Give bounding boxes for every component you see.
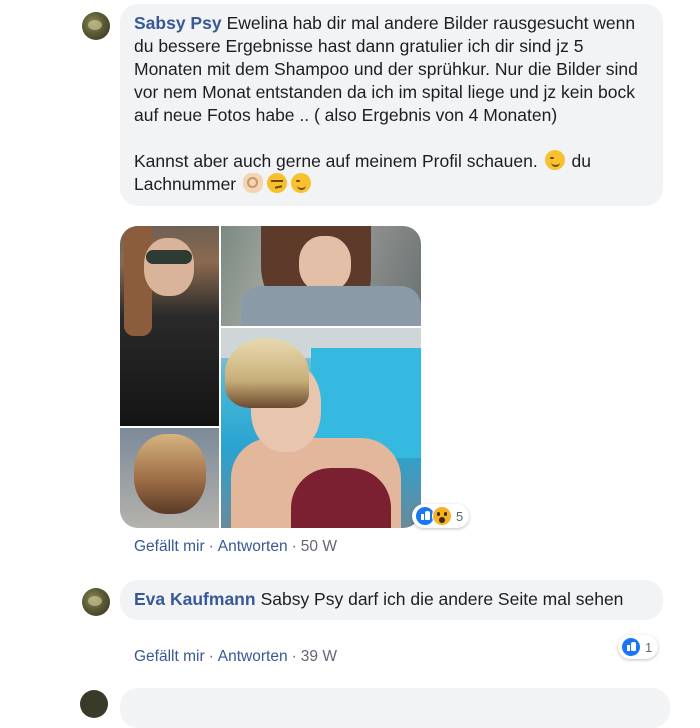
ok-hand-emoji-icon <box>243 173 264 193</box>
comment-author-eva-kaufmann[interactable]: Eva Kaufmann <box>134 589 256 609</box>
comment-actions-1: Gefällt mir · Antworten · 50 W <box>134 538 337 556</box>
separator-dot: · <box>208 538 214 555</box>
photo-hair-back[interactable] <box>120 428 219 528</box>
comment-text-eva: Eva Kaufmann Sabsy Psy darf ich die ander… <box>134 588 648 611</box>
photo-selfie-sunglasses[interactable] <box>120 226 219 426</box>
comment-timestamp[interactable]: 39 W <box>301 648 337 665</box>
separator-dot: · <box>208 648 214 665</box>
reply-link[interactable]: Antworten <box>218 538 288 555</box>
wow-icon <box>432 506 452 526</box>
like-link[interactable]: Gefällt mir <box>134 648 205 665</box>
avatar-next-comment[interactable] <box>80 690 108 718</box>
comment-bubble-sabsy-psy: Sabsy Psy Ewelina hab dir mal andere Bild… <box>120 4 663 206</box>
reaction-count: 5 <box>456 508 464 524</box>
comment-bubble-eva-kaufmann: Eva Kaufmann Sabsy Psy darf ich die ander… <box>120 580 663 620</box>
reaction-summary-2[interactable]: 1 <box>618 635 659 659</box>
comment-body-p2a: Kannst aber auch gerne auf meinem Profil… <box>134 151 538 171</box>
separator-dot: · <box>291 538 297 555</box>
separator-dot: · <box>291 648 297 665</box>
avatar-eva-kaufmann[interactable] <box>82 588 110 616</box>
reply-link[interactable]: Antworten <box>218 648 288 665</box>
comment-actions-2: Gefällt mir · Antworten · 39 W <box>134 648 337 666</box>
comment-timestamp[interactable]: 50 W <box>301 538 337 555</box>
reaction-count: 1 <box>645 639 653 655</box>
avatar-sabsy-psy[interactable] <box>82 12 110 40</box>
reaction-summary-1[interactable]: 5 <box>412 504 470 528</box>
photo-selfie-scarf[interactable] <box>221 226 421 326</box>
comment-body-eva: Sabsy Psy darf ich die andere Seite mal … <box>260 589 624 609</box>
like-icon <box>621 637 641 657</box>
wink-emoji-icon <box>544 150 565 170</box>
comment-text-2: Kannst aber auch gerne auf meinem Profil… <box>134 150 648 196</box>
comment-author-sabsy-psy[interactable]: Sabsy Psy <box>134 13 222 33</box>
wink-emoji-icon <box>291 173 312 193</box>
photo-collage[interactable] <box>120 226 421 528</box>
smirk-emoji-icon <box>267 173 288 193</box>
photo-pool-selfie[interactable] <box>221 328 421 528</box>
comment-bubble-next <box>120 688 670 728</box>
like-link[interactable]: Gefällt mir <box>134 538 205 555</box>
comment-text-1: Sabsy Psy Ewelina hab dir mal andere Bild… <box>134 12 648 127</box>
